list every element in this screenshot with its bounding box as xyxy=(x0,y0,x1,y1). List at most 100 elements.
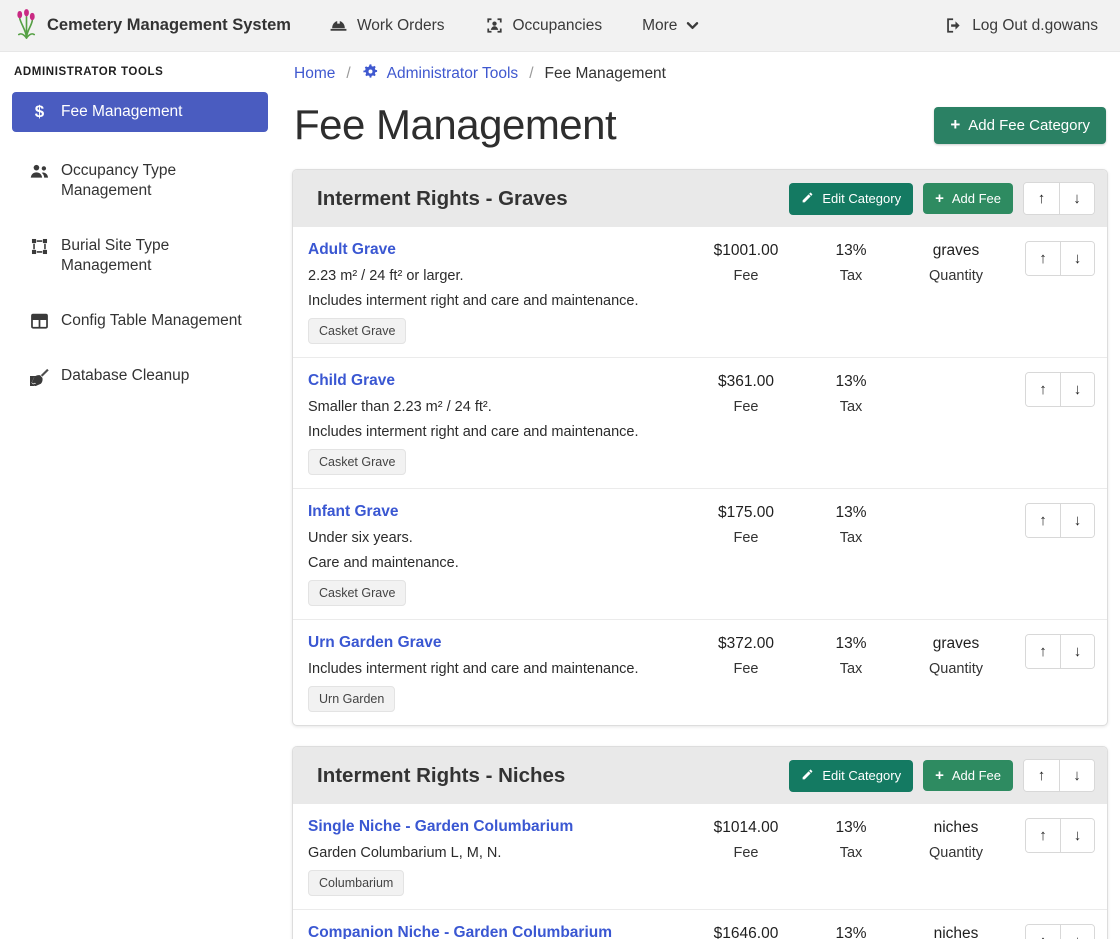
fee-row-adult-grave: Adult Grave 2.23 m² / 24 ft² or larger. … xyxy=(293,227,1107,357)
tax-amount: 13% xyxy=(801,925,901,939)
fee-row-child-grave: Child Grave Smaller than 2.23 m² / 24 ft… xyxy=(293,357,1107,488)
quantity-unit: graves xyxy=(901,635,1011,653)
hard-hat-icon xyxy=(329,16,348,35)
fee-reorder-group: ↑↓ xyxy=(1025,924,1095,939)
gear-icon xyxy=(362,63,379,85)
edit-category-button[interactable]: Edit Category xyxy=(789,760,913,792)
pencil-icon xyxy=(801,768,814,784)
nav-occupancies[interactable]: Occupancies xyxy=(485,16,603,35)
nav-label: More xyxy=(642,17,677,35)
move-fee-up-button[interactable]: ↑ xyxy=(1026,242,1060,275)
fee-type-badge: Casket Grave xyxy=(308,318,406,344)
tax-label: Tax xyxy=(801,845,901,861)
add-fee-button[interactable]: + Add Fee xyxy=(923,760,1013,791)
tax-amount: 13% xyxy=(801,635,901,653)
move-fee-up-button[interactable]: ↑ xyxy=(1026,504,1060,537)
logout-icon xyxy=(944,16,963,35)
sidebar-item-database-cleanup[interactable]: Database Cleanup xyxy=(12,357,268,395)
move-fee-down-button[interactable]: ↓ xyxy=(1060,819,1094,852)
breadcrumb-home-link[interactable]: Home xyxy=(294,65,335,83)
fee-type-badge: Columbarium xyxy=(308,870,404,896)
fee-amount: $1014.00 xyxy=(691,819,801,837)
sidebar-item-label: Fee Management xyxy=(61,102,183,122)
move-category-up-button[interactable]: ↑ xyxy=(1024,183,1059,214)
fee-amount: $361.00 xyxy=(691,373,801,391)
move-fee-down-button[interactable]: ↓ xyxy=(1060,242,1094,275)
fee-reorder-group: ↑↓ xyxy=(1025,241,1095,276)
sidebar-item-fee-management[interactable]: $ Fee Management xyxy=(12,92,268,132)
fee-label: Fee xyxy=(691,268,801,284)
breadcrumb-separator: / xyxy=(529,65,533,83)
move-category-up-button[interactable]: ↑ xyxy=(1024,760,1059,791)
fee-description: 2.23 m² / 24 ft² or larger. xyxy=(308,268,691,284)
move-category-down-button[interactable]: ↓ xyxy=(1059,183,1094,214)
sidebar-item-config-table[interactable]: Config Table Management xyxy=(12,302,268,340)
fee-reorder-group: ↑↓ xyxy=(1025,503,1095,538)
plus-icon: + xyxy=(935,193,944,205)
tax-label: Tax xyxy=(801,268,901,284)
people-icon xyxy=(29,162,50,180)
fee-name-link[interactable]: Companion Niche - Garden Columbarium xyxy=(308,924,612,939)
nav-work-orders[interactable]: Work Orders xyxy=(329,16,445,35)
plus-icon: + xyxy=(950,118,960,132)
dollar-icon: $ xyxy=(29,103,50,121)
sidebar-item-occupancy-type[interactable]: Occupancy Type Management xyxy=(12,152,268,210)
tax-amount: 13% xyxy=(801,819,901,837)
move-fee-down-button[interactable]: ↓ xyxy=(1060,373,1094,406)
plot-frame-icon xyxy=(29,237,50,256)
quantity-unit: graves xyxy=(901,242,1011,260)
app-brand[interactable]: Cemetery Management System xyxy=(14,8,291,44)
fee-description: Includes interment right and care and ma… xyxy=(308,424,691,440)
move-fee-down-button[interactable]: ↓ xyxy=(1060,504,1094,537)
fee-description: Under six years. xyxy=(308,530,691,546)
category-header: Interment Rights - Niches Edit Category … xyxy=(293,747,1107,804)
fee-name-link[interactable]: Urn Garden Grave xyxy=(308,634,442,652)
breadcrumb-admin-tools-link[interactable]: Administrator Tools xyxy=(362,63,519,85)
add-fee-button[interactable]: + Add Fee xyxy=(923,183,1013,214)
fee-description: Smaller than 2.23 m² / 24 ft². xyxy=(308,399,691,415)
tulip-logo-icon xyxy=(14,8,39,44)
category-title: Interment Rights - Graves xyxy=(317,187,568,211)
fee-row-single-niche: Single Niche - Garden Columbarium Garden… xyxy=(293,804,1107,909)
button-label: Edit Category xyxy=(822,191,901,206)
sidebar-item-burial-site-type[interactable]: Burial Site Type Management xyxy=(12,227,268,285)
button-label: Add Fee xyxy=(952,768,1001,783)
fee-row-urn-garden-grave: Urn Garden Grave Includes interment righ… xyxy=(293,619,1107,725)
button-label: Edit Category xyxy=(822,768,901,783)
plus-icon: + xyxy=(935,770,944,782)
fee-name-link[interactable]: Adult Grave xyxy=(308,241,396,259)
add-fee-category-button[interactable]: + Add Fee Category xyxy=(934,107,1106,144)
tax-amount: 13% xyxy=(801,373,901,391)
move-fee-down-button[interactable]: ↓ xyxy=(1060,635,1094,668)
move-category-down-button[interactable]: ↓ xyxy=(1059,760,1094,791)
move-fee-up-button[interactable]: ↑ xyxy=(1026,635,1060,668)
move-fee-down-button[interactable]: ↓ xyxy=(1060,925,1094,939)
nav-label: Occupancies xyxy=(513,17,603,35)
chevron-down-icon xyxy=(686,21,699,31)
broom-icon xyxy=(29,367,50,386)
move-fee-up-button[interactable]: ↑ xyxy=(1026,925,1060,939)
logout-button[interactable]: Log Out d.gowans xyxy=(944,16,1098,35)
edit-category-button[interactable]: Edit Category xyxy=(789,183,913,215)
sidebar-item-label: Burial Site Type Management xyxy=(61,236,258,276)
nav-more[interactable]: More xyxy=(642,17,699,35)
quantity-label: Quantity xyxy=(901,661,1011,677)
fee-reorder-group: ↑↓ xyxy=(1025,818,1095,853)
category-reorder-group: ↑ ↓ xyxy=(1023,182,1095,215)
fee-label: Fee xyxy=(691,399,801,415)
category-title: Interment Rights - Niches xyxy=(317,764,565,788)
fee-description: Garden Columbarium L, M, N. xyxy=(308,845,691,861)
fee-name-link[interactable]: Single Niche - Garden Columbarium xyxy=(308,818,573,836)
fee-name-link[interactable]: Infant Grave xyxy=(308,503,398,521)
tax-amount: 13% xyxy=(801,504,901,522)
sidebar-item-label: Occupancy Type Management xyxy=(61,161,258,201)
move-fee-up-button[interactable]: ↑ xyxy=(1026,819,1060,852)
fee-category-card-graves: Interment Rights - Graves Edit Category … xyxy=(292,169,1108,726)
tax-label: Tax xyxy=(801,530,901,546)
fee-name-link[interactable]: Child Grave xyxy=(308,372,395,390)
sidebar-heading: ADMINISTRATOR TOOLS xyxy=(14,66,268,78)
category-reorder-group: ↑ ↓ xyxy=(1023,759,1095,792)
move-fee-up-button[interactable]: ↑ xyxy=(1026,373,1060,406)
breadcrumb-separator: / xyxy=(346,65,350,83)
fee-row-infant-grave: Infant Grave Under six years. Care and m… xyxy=(293,488,1107,619)
